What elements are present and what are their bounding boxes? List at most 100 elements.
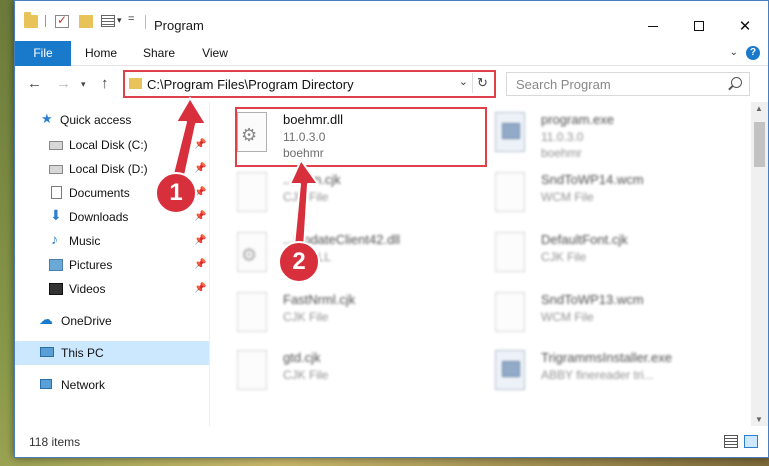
tab-home[interactable]: Home	[81, 41, 121, 66]
back-button[interactable]: ←	[27, 75, 42, 92]
scrollbar-thumb[interactable]	[754, 122, 765, 167]
step-2-badge: 2	[278, 241, 320, 283]
file-name: FastNrml.cjk	[283, 292, 356, 307]
file-name: ...Korn.cjk	[283, 172, 341, 187]
file-description: boehmr	[541, 146, 582, 160]
large-icons-view-icon[interactable]	[744, 435, 758, 448]
file-item[interactable]: FastNrml.cjk CJK File	[237, 290, 477, 346]
sidebar-item-label: Pictures	[69, 258, 113, 272]
vertical-scrollbar[interactable]: ▲ ▼	[751, 102, 768, 426]
sidebar-item-videos[interactable]: Videos 📌	[15, 277, 209, 301]
highlight-box	[235, 107, 487, 167]
blank-file-icon	[237, 350, 267, 390]
tab-view[interactable]: View	[195, 41, 235, 66]
sidebar-item-label: Quick access	[60, 113, 132, 127]
sidebar-item-this-pc[interactable]: This PC	[15, 341, 209, 365]
sidebar-item-label: OneDrive	[61, 314, 112, 328]
file-item[interactable]: SndToWP14.wcm WCM File	[495, 170, 735, 226]
recent-locations-icon[interactable]: ▾	[81, 79, 86, 90]
address-bar[interactable]: C:\Program Files\Program Directory ⌄ ↻	[123, 70, 496, 98]
minimize-icon	[648, 25, 658, 27]
file-item[interactable]: program.exe 11.0.3.0 boehmr	[495, 110, 735, 166]
drive-icon	[49, 141, 63, 150]
sidebar-item-network[interactable]: Network	[15, 373, 209, 397]
videos-icon	[49, 283, 63, 295]
file-item[interactable]: TrigrammsInstaller.exe ABBY finereader t…	[495, 348, 735, 404]
file-item[interactable]: DefaultFont.cjk CJK File	[495, 230, 735, 286]
view-icon[interactable]	[101, 15, 115, 27]
step-1-badge: 1	[155, 172, 197, 214]
minimize-button[interactable]	[630, 11, 676, 41]
cloud-icon: ☁	[39, 311, 53, 327]
file-type: CJK File	[283, 190, 329, 204]
sidebar-item-label: Music	[69, 234, 101, 248]
sidebar-item-onedrive[interactable]: ☁ OneDrive	[15, 309, 209, 333]
tab-share[interactable]: Share	[139, 41, 179, 66]
expand-ribbon-icon[interactable]: ⌄	[730, 47, 738, 58]
quick-access-separator	[45, 15, 46, 27]
pin-icon[interactable]: 📌	[194, 211, 206, 222]
exe-icon	[495, 112, 525, 152]
search-icon[interactable]	[731, 77, 742, 88]
file-name: DefaultFont.cjk	[541, 232, 628, 247]
properties-icon[interactable]	[55, 13, 69, 28]
pictures-icon	[49, 259, 63, 271]
dll-gear-icon	[237, 232, 267, 272]
close-icon: ✕	[738, 18, 752, 35]
file-type: CJK File	[541, 250, 587, 264]
search-input[interactable]: Search Program	[506, 72, 750, 96]
sidebar-item-quick-access[interactable]: ★ Quick access	[15, 108, 209, 132]
chevron-down-icon[interactable]: ▾	[117, 15, 122, 26]
download-icon: ⬇	[50, 207, 62, 223]
file-item[interactable]: ...Korn.cjk CJK File	[237, 170, 477, 226]
details-view-icon[interactable]	[724, 435, 738, 448]
sidebar-item-label: Local Disk (C:)	[69, 138, 148, 152]
pin-icon[interactable]: 📌	[194, 235, 206, 246]
search-placeholder: Search Program	[516, 77, 611, 92]
blank-file-icon	[237, 172, 267, 212]
window-title: Program	[154, 18, 204, 33]
customize-toolbar-icon[interactable]: =	[128, 13, 134, 25]
tab-file[interactable]: File	[15, 41, 71, 66]
file-version: 11.0.3.0	[541, 130, 584, 144]
maximize-icon	[694, 21, 704, 31]
chevron-down-icon[interactable]: ⌄	[459, 75, 468, 88]
help-icon[interactable]: ?	[746, 46, 760, 60]
file-item[interactable]: SndToWP13.wcm WCM File	[495, 290, 735, 346]
file-type: WCM File	[541, 310, 594, 324]
pin-icon[interactable]: 📌	[194, 139, 206, 150]
file-name: SndToWP13.wcm	[541, 292, 644, 307]
pin-icon[interactable]: 📌	[194, 259, 206, 270]
up-button[interactable]: ↑	[101, 75, 109, 92]
navigation-bar: ← → ▾ ↑ C:\Program Files\Program Directo…	[15, 67, 768, 101]
scroll-up-icon[interactable]: ▲	[755, 104, 763, 113]
new-folder-icon[interactable]	[79, 15, 93, 28]
pin-icon[interactable]: 📌	[194, 163, 206, 174]
close-button[interactable]: ✕	[722, 11, 768, 41]
sidebar-item-pictures[interactable]: Pictures 📌	[15, 253, 209, 277]
item-count: 118 items	[29, 435, 81, 449]
sidebar-item-music[interactable]: ♪ Music 📌	[15, 229, 209, 253]
sidebar-item-label: Videos	[69, 282, 106, 296]
folder-icon	[24, 12, 38, 28]
file-type: CJK File	[283, 310, 329, 324]
ribbon-tabs: File Home Share View ⌄ ?	[15, 41, 768, 66]
sidebar-item-label: Local Disk (D:)	[69, 162, 148, 176]
pin-icon[interactable]: 📌	[194, 283, 206, 294]
address-path[interactable]: C:\Program Files\Program Directory	[147, 77, 354, 92]
network-icon	[40, 379, 52, 389]
file-item[interactable]: ...UpdateClient42.dll ...ce DLL	[237, 230, 477, 286]
documents-icon	[51, 186, 62, 199]
blank-file-icon	[495, 232, 525, 272]
forward-button[interactable]: →	[56, 75, 71, 92]
refresh-icon[interactable]: ↻	[472, 73, 492, 93]
file-name: SndToWP14.wcm	[541, 172, 644, 187]
file-name: gtd.cjk	[283, 350, 321, 365]
scroll-down-icon[interactable]: ▼	[755, 415, 763, 424]
file-item[interactable]: gtd.cjk CJK File	[237, 348, 477, 404]
maximize-button[interactable]	[676, 11, 722, 41]
explorer-window: ▾ = Program ✕ File Home Share View ⌄ ? ←…	[14, 0, 769, 458]
sidebar-item-local-disk-c[interactable]: Local Disk (C:) 📌	[15, 133, 209, 157]
file-type: ABBY finereader tri...	[541, 368, 654, 382]
status-bar: 118 items	[15, 427, 768, 457]
